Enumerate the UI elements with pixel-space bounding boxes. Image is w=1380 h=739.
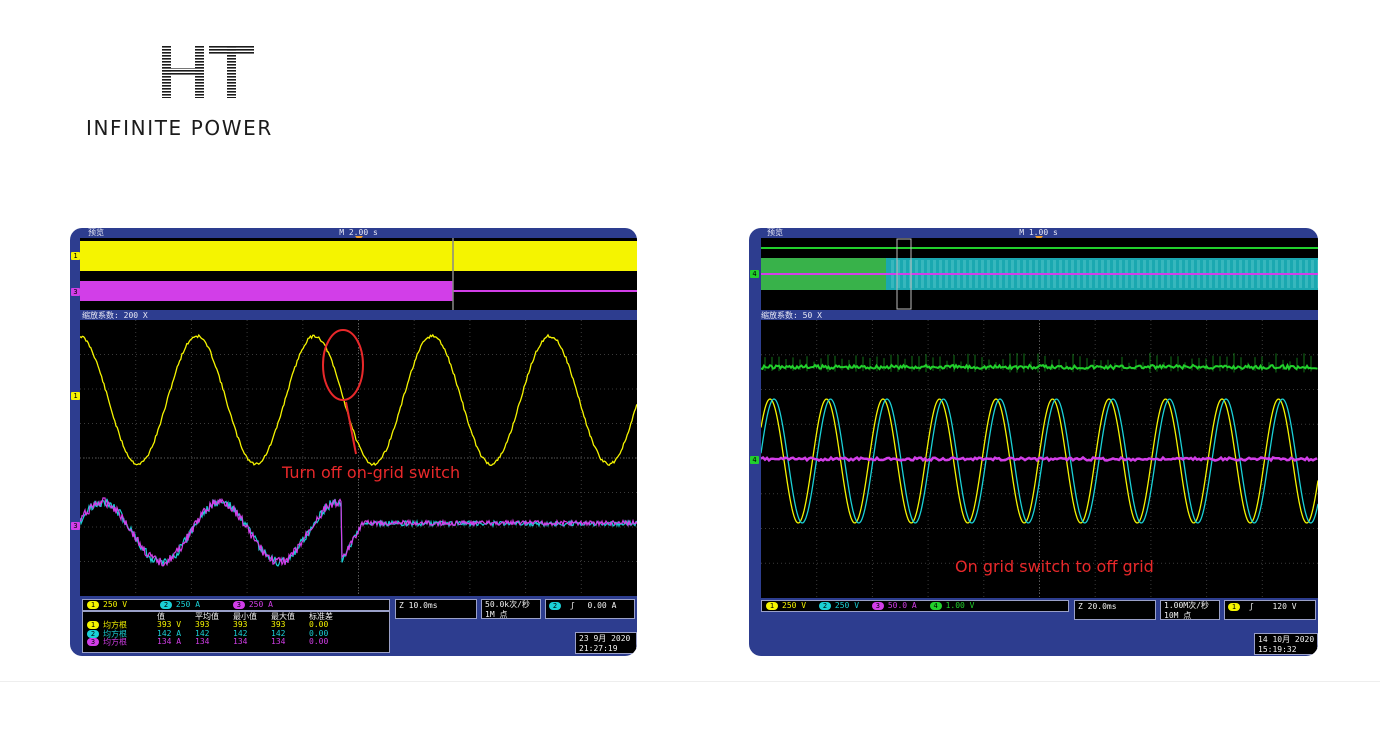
record-length: 10M 点 bbox=[1164, 611, 1192, 620]
record-length: 1M 点 bbox=[485, 610, 508, 619]
ch3-chip: 3 bbox=[232, 600, 245, 609]
measurement-grid: 值平均值 最小值 最大值 标准差 1 均方根 393 V 393 393 393 0.00 2 均方根 1… bbox=[87, 613, 347, 647]
ch1-chip: 1 bbox=[87, 600, 99, 609]
capture-date: 23 9月 2020 bbox=[579, 634, 631, 643]
ch4-overview-marker: 4 bbox=[750, 270, 759, 278]
channel-chip: 2 bbox=[87, 629, 99, 638]
trigger-channel-chip: 2 bbox=[549, 601, 561, 610]
ch3-scale: 3 250 A bbox=[232, 600, 273, 609]
annotation-turn-off-switch: Turn off on-grid switch bbox=[282, 463, 461, 482]
logo-tagline: INFINITE POWER bbox=[86, 116, 273, 140]
ch1-marker: 1 bbox=[71, 392, 80, 400]
ch1-scale: 1 250 V bbox=[87, 600, 155, 609]
channel-scale-bar: 1 250 V 2 250 A 3 250 A bbox=[82, 599, 390, 611]
horizontal-scale-box: Z 20.0ms bbox=[1074, 600, 1156, 620]
measurement-row: 3 均方根 134 A 134 134 134 0.00 bbox=[87, 638, 347, 647]
trigger-slope-icon: ʃ bbox=[1248, 602, 1254, 611]
overview-waveform bbox=[761, 238, 1318, 310]
measurement-value: 134 A bbox=[157, 637, 182, 647]
oscilloscope-screenshot-left: 预览 M 2.00 s 1 3 缩放系数: 200 X 1 3 Turn off… bbox=[70, 228, 637, 656]
annotation-pointer-line bbox=[345, 401, 357, 455]
ch4-marker: 4 bbox=[750, 456, 759, 464]
ch2-scale: 2 250 V bbox=[818, 601, 867, 610]
horizontal-scale-box: Z 10.0ms bbox=[395, 599, 477, 619]
annotation-highlight-circle bbox=[322, 329, 364, 401]
capture-time: 15:19:32 bbox=[1258, 645, 1297, 654]
trigger-channel-chip: 1 bbox=[1228, 602, 1240, 611]
overview-trace-svg bbox=[761, 238, 1318, 310]
ch1-overview-band bbox=[80, 241, 637, 271]
ht-logo-mark bbox=[162, 46, 254, 98]
ch2-chip: 2 bbox=[159, 600, 172, 609]
measurement-value: 134 bbox=[195, 637, 210, 647]
trigger-level: 120 V bbox=[1272, 602, 1297, 611]
trigger-level: 0.00 A bbox=[587, 601, 617, 610]
channel-scale-bar: 1 250 V 2 250 V 3 50.0 A 4 1.00 V bbox=[761, 600, 1069, 612]
sample-rate: 50.0k次/秒 bbox=[485, 600, 530, 609]
measurement-table: 值平均值 最小值 最大值 标准差 1 均方根 393 V 393 393 393 0.00 2 均方根 1… bbox=[82, 611, 390, 653]
sample-rate-box: 1.00M次/秒 10M 点 bbox=[1160, 600, 1220, 620]
trigger-box: 2 ʃ 0.00 A bbox=[545, 599, 635, 619]
footer-divider bbox=[0, 681, 1380, 682]
main-trace-svg bbox=[80, 320, 637, 596]
horizontal-scale: Z 20.0ms bbox=[1078, 602, 1117, 611]
capture-date: 14 10月 2020 bbox=[1258, 635, 1315, 644]
measurement-label: 3 均方根 bbox=[87, 638, 157, 647]
trigger-box: 1 ʃ 120 V bbox=[1224, 600, 1316, 620]
measurement-value: 0.00 bbox=[309, 637, 329, 647]
ch3-marker: 3 bbox=[71, 522, 80, 530]
capture-time: 21:27:19 bbox=[579, 644, 618, 653]
sample-rate-box: 50.0k次/秒 1M 点 bbox=[481, 599, 541, 619]
ch3-overview-marker: 3 bbox=[71, 288, 80, 296]
main-waveform-plot bbox=[80, 320, 637, 596]
measurement-value: 134 bbox=[233, 637, 248, 647]
datetime-box: 23 9月 2020 21:27:19 bbox=[575, 632, 637, 654]
trigger-slope-icon: ʃ bbox=[569, 601, 575, 610]
ch4-scale: 4 1.00 V bbox=[929, 601, 974, 610]
oscilloscope-screenshot-right: 预览 M 1.00 s 4 缩放系数: 50 X 4 On grid switc… bbox=[749, 228, 1318, 656]
ch3-scale: 3 50.0 A bbox=[871, 601, 925, 610]
overview-waveform bbox=[80, 238, 637, 310]
measurement-value: 134 bbox=[271, 637, 286, 647]
annotation-on-grid-to-off-grid: On grid switch to off grid bbox=[955, 557, 1154, 576]
overview-trace-svg bbox=[80, 238, 637, 310]
datetime-box: 14 10月 2020 15:19:32 bbox=[1254, 633, 1318, 655]
channel-chip: 3 bbox=[87, 638, 99, 646]
ch1-overview-marker: 1 bbox=[71, 252, 80, 260]
horizontal-scale: Z 10.0ms bbox=[399, 601, 438, 610]
brand-logo: INFINITE POWER bbox=[86, 46, 331, 141]
ch2-scale: 2 250 A bbox=[159, 600, 228, 609]
ch1-scale: 1 250 V bbox=[766, 601, 814, 610]
ch3-overview-band bbox=[80, 281, 453, 301]
channel-chip: 1 bbox=[87, 621, 99, 629]
sample-rate: 1.00M次/秒 bbox=[1164, 601, 1209, 610]
measurement-name: 均方根 bbox=[103, 637, 127, 647]
